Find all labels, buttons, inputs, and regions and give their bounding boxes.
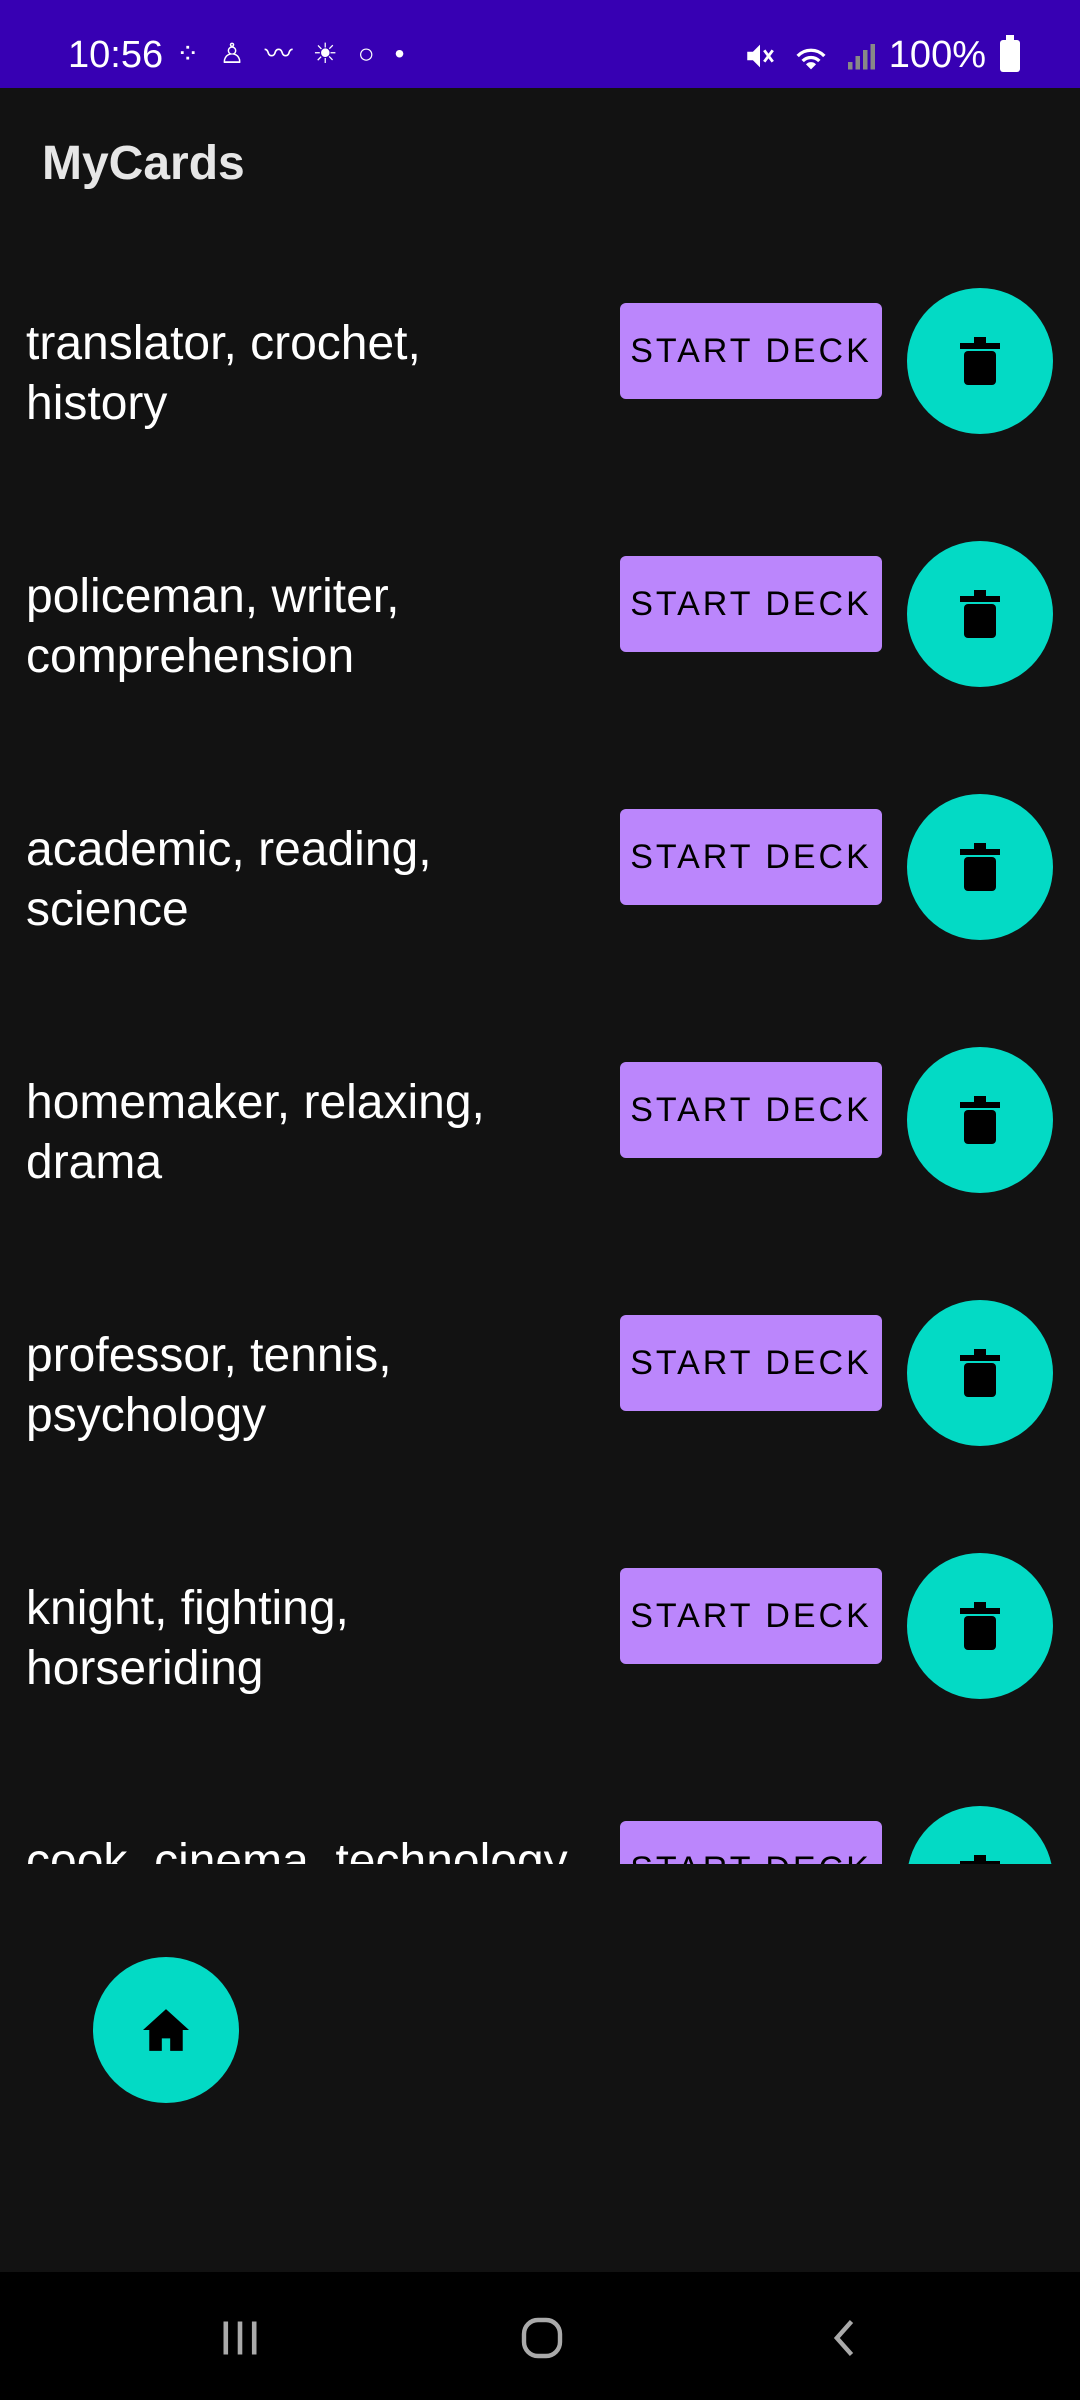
trash-icon <box>960 590 1000 638</box>
trash-icon <box>960 1096 1000 1144</box>
game-icon: 〰 <box>264 38 293 69</box>
home-button[interactable] <box>93 1957 239 2103</box>
deck-title-line: cook, cinema, technology <box>26 1835 568 1864</box>
deck-title-line: policeman, writer, <box>26 570 400 623</box>
mute-icon <box>747 44 774 67</box>
deck-title-line: professor, tennis, <box>26 1329 392 1382</box>
people-icon: ⁘ <box>176 38 200 69</box>
delete-deck-button[interactable] <box>907 794 1053 940</box>
deck-title-line: knight, fighting, <box>26 1582 349 1635</box>
deck-title-line: homemaker, relaxing, <box>26 1076 485 1129</box>
deck-row: professor, tennis, psychology START DECK <box>0 1260 1080 1513</box>
deck-title: cook, cinema, technology <box>26 1832 616 1864</box>
start-deck-button[interactable]: START DECK <box>620 303 882 399</box>
trash-icon <box>960 1855 1000 1864</box>
start-deck-button[interactable]: START DECK <box>620 1821 882 1864</box>
system-nav-bar <box>0 2272 1080 2400</box>
deck-title-line: horseriding <box>26 1642 264 1695</box>
dot-icon: • <box>394 38 405 69</box>
deck-title: translator, crochet, history <box>26 314 616 434</box>
deck-title-line: psychology <box>26 1389 267 1442</box>
deck-title-line: academic, reading, <box>26 823 432 876</box>
deck-title-line: drama <box>26 1136 163 1189</box>
deck-title-line: history <box>26 377 168 430</box>
deck-title: homemaker, relaxing, drama <box>26 1073 616 1193</box>
trash-icon <box>960 337 1000 385</box>
delete-deck-button[interactable] <box>907 1047 1053 1193</box>
trash-icon <box>960 1602 1000 1650</box>
battery-icon <box>1000 34 1020 72</box>
person-icon: ♙ <box>219 38 245 69</box>
start-deck-button[interactable]: START DECK <box>620 1568 882 1664</box>
deck-row: homemaker, relaxing, drama START DECK <box>0 1007 1080 1260</box>
delete-deck-button[interactable] <box>907 1300 1053 1446</box>
start-deck-button[interactable]: START DECK <box>620 1062 882 1158</box>
delete-deck-button[interactable] <box>907 1806 1053 1864</box>
status-system-icons: 100% <box>743 34 1020 77</box>
status-time: 10:56 <box>68 34 164 76</box>
start-deck-button[interactable]: START DECK <box>620 1315 882 1411</box>
deck-row: cook, cinema, technology START DECK <box>0 1766 1080 1864</box>
deck-title: academic, reading, science <box>26 820 616 940</box>
deck-title-line: comprehension <box>26 630 355 683</box>
status-notification-icons: ⁘ ♙ 〰 ☀ ○ • <box>176 40 404 68</box>
deck-title-line: science <box>26 883 189 936</box>
battery-percent: 100% <box>888 34 986 76</box>
home-icon <box>143 2009 189 2051</box>
deck-title: policeman, writer, comprehension <box>26 567 616 687</box>
trash-icon <box>960 1349 1000 1397</box>
weather-icon: ☀ <box>312 38 338 69</box>
back-chevron-icon <box>833 2320 854 2356</box>
wifi-icon <box>796 48 826 69</box>
status-bar: 10:56 ⁘ ♙ 〰 ☀ ○ • 100% <box>0 0 1080 88</box>
deck-row: policeman, writer, comprehension START D… <box>0 501 1080 754</box>
delete-deck-button[interactable] <box>907 288 1053 434</box>
deck-title-line: translator, crochet, <box>26 317 421 370</box>
deck-title: professor, tennis, psychology <box>26 1326 616 1446</box>
back-button[interactable] <box>806 2298 886 2378</box>
recent-apps-button[interactable] <box>200 2298 280 2378</box>
delete-deck-button[interactable] <box>907 1553 1053 1699</box>
trash-icon <box>960 843 1000 891</box>
home-circle-icon <box>521 2317 563 2359</box>
deck-row: translator, crochet, history START DECK <box>0 248 1080 501</box>
start-deck-button[interactable]: START DECK <box>620 809 882 905</box>
deck-list[interactable]: translator, crochet, history START DECK … <box>0 248 1080 1864</box>
recent-apps-icon <box>223 2321 257 2355</box>
app-title: MyCards <box>42 137 245 190</box>
start-deck-button[interactable]: START DECK <box>620 556 882 652</box>
deck-title: knight, fighting, horseriding <box>26 1579 616 1699</box>
deck-row: knight, fighting, horseriding START DECK <box>0 1513 1080 1766</box>
deck-row: academic, reading, science START DECK <box>0 754 1080 1007</box>
home-nav-button[interactable] <box>502 2298 582 2378</box>
signal-icon <box>847 43 875 69</box>
delete-deck-button[interactable] <box>907 541 1053 687</box>
circle-icon: ○ <box>357 38 375 69</box>
